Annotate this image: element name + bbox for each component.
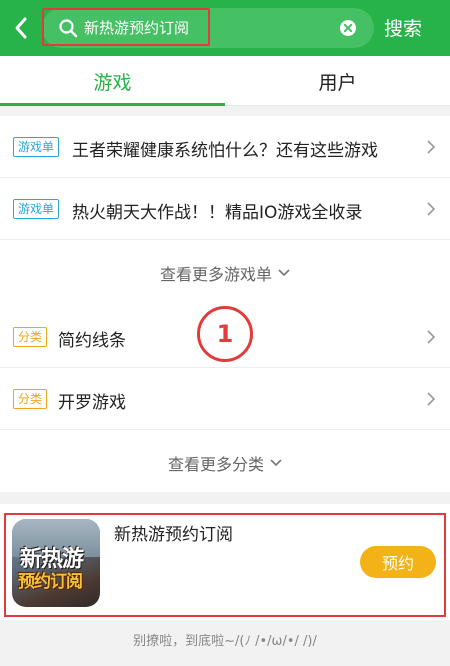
more-categories-label: 查看更多分类 [167, 455, 264, 474]
list-item-title: 简约线条 [58, 331, 126, 351]
category-badge: 分类 [13, 327, 48, 347]
game-list-badge: 游戏单 [13, 137, 60, 157]
chevron-right-icon [427, 140, 436, 154]
game-icon[interactable]: 新热游 预约订阅 [12, 519, 100, 607]
chevron-right-icon [427, 392, 436, 406]
list-item[interactable]: 分类 开罗游戏 [0, 368, 450, 430]
game-list-badge: 游戏单 [13, 199, 60, 219]
tab-users[interactable]: 用户 [225, 56, 450, 106]
end-of-list-text: 别撩啦，到底啦~/(ﾉ /•/ω/•/ /)/ [133, 634, 317, 649]
more-categories-link[interactable]: 查看更多分类 [0, 432, 450, 494]
back-button[interactable] [6, 12, 36, 44]
list-item-title: 热火朝天大作战！！精品IO游戏全收录 [72, 203, 363, 223]
chevron-right-icon [427, 202, 436, 216]
active-tab-indicator [0, 103, 225, 106]
chevron-down-icon [278, 269, 290, 277]
more-game-lists-label: 查看更多游戏单 [159, 265, 272, 284]
more-game-lists-link[interactable]: 查看更多游戏单 [0, 242, 450, 304]
list-item-title: 王者荣耀健康系统怕什么？还有这些游戏 [72, 141, 378, 161]
back-arrow-icon [15, 17, 27, 39]
search-query-text[interactable]: 新热游预约订阅 [84, 17, 189, 38]
search-button[interactable]: 搜索 [384, 14, 422, 41]
tab-games[interactable]: 游戏 [0, 56, 225, 106]
chevron-down-icon [270, 459, 282, 467]
list-item[interactable]: 游戏单 王者荣耀健康系统怕什么？还有这些游戏 [0, 116, 450, 178]
results-panel: 游戏单 王者荣耀健康系统怕什么？还有这些游戏 游戏单 热火朝天大作战！！精品IO… [0, 116, 450, 492]
annotation-marker: 1 [197, 306, 253, 362]
list-item-title: 开罗游戏 [58, 393, 126, 413]
list-item[interactable]: 游戏单 热火朝天大作战！！精品IO游戏全收录 [0, 178, 450, 240]
clear-icon[interactable] [339, 19, 357, 37]
game-title[interactable]: 新热游预约订阅 [114, 520, 233, 545]
chevron-right-icon [427, 330, 436, 344]
search-icon [59, 19, 78, 38]
reserve-button[interactable]: 预约 [360, 546, 436, 578]
result-tabs: 游戏 用户 [0, 56, 450, 106]
category-badge: 分类 [13, 389, 48, 409]
game-icon-subtitle: 预约订阅 [18, 572, 83, 592]
